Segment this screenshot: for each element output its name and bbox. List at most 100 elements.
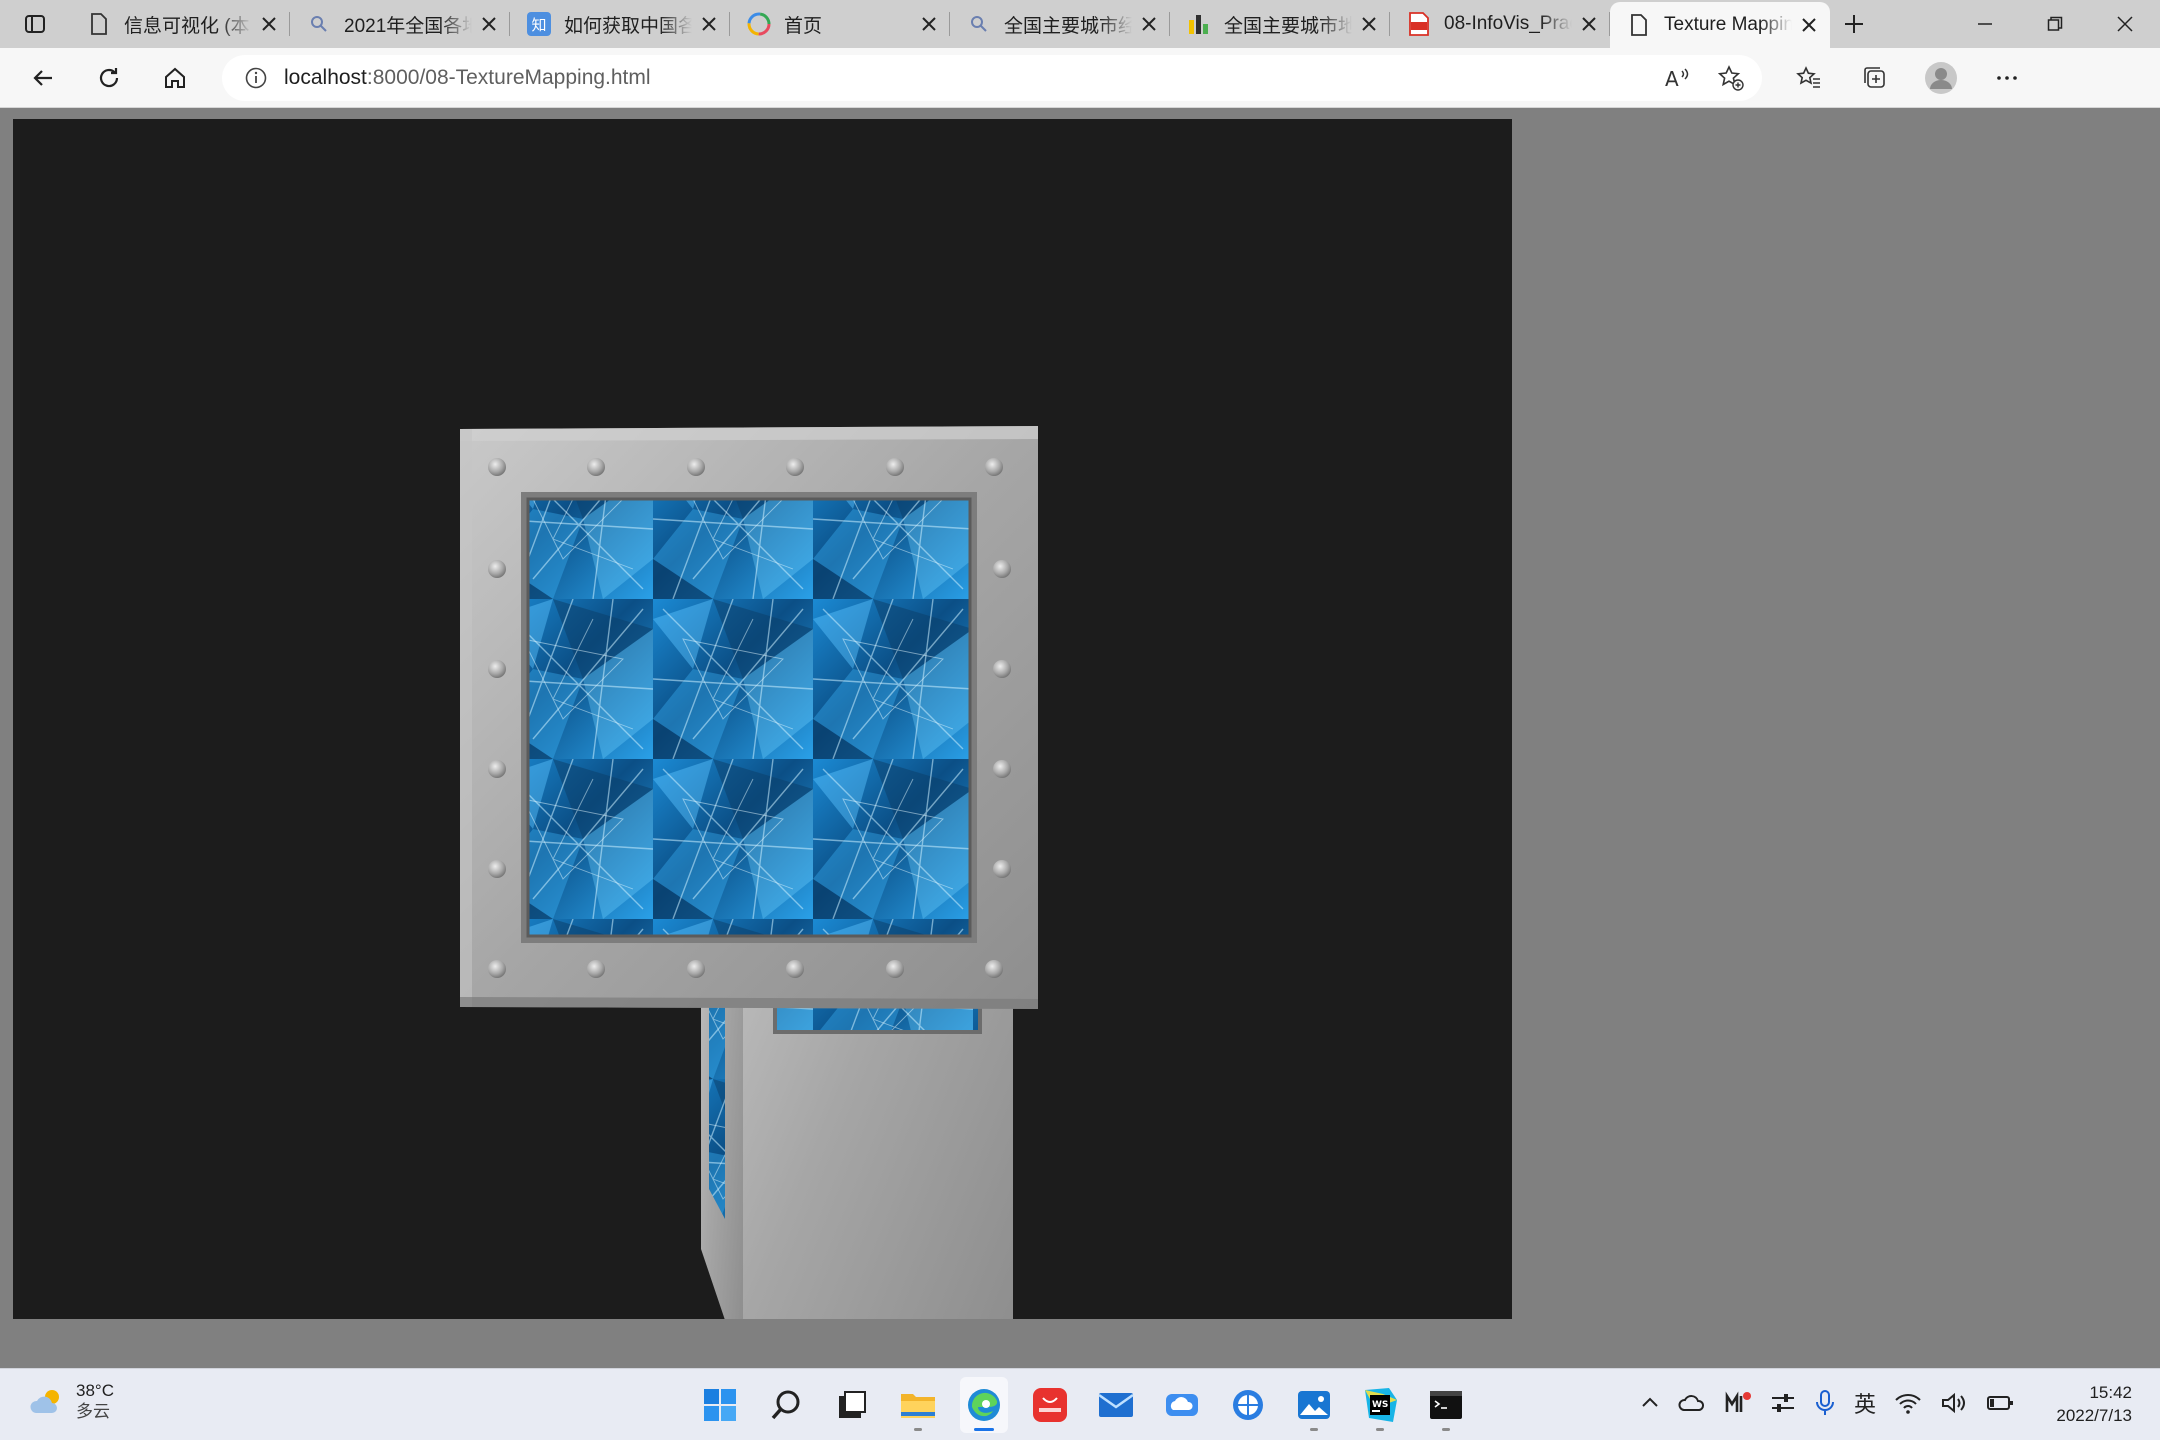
- tab-title: Texture Mapping: [1664, 14, 1792, 35]
- close-icon[interactable]: [918, 13, 940, 35]
- read-aloud-icon[interactable]: A: [1664, 65, 1690, 91]
- onedrive-icon: [1166, 1394, 1198, 1416]
- start-button[interactable]: [696, 1377, 744, 1433]
- clock[interactable]: 15:42 2022/7/13: [2056, 1381, 2132, 1427]
- input-switch-icon[interactable]: [1770, 1391, 1796, 1415]
- chevron-up-icon[interactable]: [1640, 1393, 1660, 1413]
- photos-button[interactable]: [1290, 1377, 1338, 1433]
- restore-button[interactable]: [2020, 0, 2090, 48]
- window-controls: [1950, 0, 2160, 48]
- webstorm-icon: WS: [1365, 1388, 1397, 1422]
- tab-7[interactable]: 08-InfoVis_Prac: [1390, 0, 1610, 48]
- minimize-icon: [1978, 23, 1992, 25]
- mail-icon: [1098, 1393, 1134, 1417]
- site-info-icon[interactable]: [244, 66, 268, 90]
- minimize-button[interactable]: [1950, 0, 2020, 48]
- new-tab-button[interactable]: [1830, 0, 1878, 48]
- back-arrow-icon: [33, 69, 52, 86]
- close-icon: [2117, 16, 2133, 32]
- ime-indicator[interactable]: 英: [1854, 1387, 1876, 1419]
- onedrive-tray-icon[interactable]: [1678, 1393, 1706, 1413]
- tab-5[interactable]: 全国主要城市经: [950, 0, 1170, 48]
- tab-3[interactable]: 知 如何获取中国各: [510, 0, 730, 48]
- profile-button[interactable]: [1908, 48, 1974, 108]
- microphone-icon[interactable]: [1814, 1389, 1836, 1417]
- edge-taskbar-button[interactable]: [960, 1377, 1008, 1433]
- refresh-button[interactable]: [76, 48, 142, 108]
- close-icon[interactable]: [1798, 14, 1820, 36]
- tab-title: 信息可视化 (本⁠: [124, 15, 250, 37]
- tab-8-active[interactable]: Texture Mapping: [1610, 2, 1830, 48]
- tab-title: 2021年全国各地: [344, 15, 472, 37]
- browser-icon: [1233, 1390, 1263, 1420]
- textured-cubes-scene: [460, 426, 1038, 1319]
- tab-6[interactable]: 全国主要城市地: [1170, 0, 1390, 48]
- tab-1[interactable]: 信息可视化 (本⁠: [70, 0, 290, 48]
- page-viewport: [0, 108, 2160, 1368]
- file-explorer-icon: [901, 1394, 935, 1418]
- tab-title: 首页: [784, 15, 823, 37]
- browser-button[interactable]: [1224, 1377, 1272, 1433]
- terminal-icon: [1430, 1391, 1462, 1419]
- taskbar-search-button[interactable]: [762, 1377, 810, 1433]
- wifi-icon[interactable]: [1894, 1391, 1922, 1415]
- edge-icon: [968, 1389, 1000, 1421]
- collections-button[interactable]: [1842, 48, 1908, 108]
- svg-text:知: 知: [531, 16, 546, 34]
- system-tray: 英: [1640, 1387, 2014, 1419]
- url-text[interactable]: localhost:8000/08-TextureMapping.html: [284, 66, 651, 90]
- tab-title: 全国主要城市经: [1004, 15, 1132, 37]
- onedrive-button[interactable]: [1158, 1377, 1206, 1433]
- favorites-button[interactable]: [1776, 48, 1842, 108]
- task-view-button[interactable]: [828, 1377, 876, 1433]
- add-favorite-icon[interactable]: [1718, 64, 1744, 91]
- pdf-icon: [1406, 11, 1432, 37]
- weather-temperature: 38°C: [76, 1381, 114, 1400]
- home-button[interactable]: [142, 48, 208, 108]
- front-crate-crystal-panel: [528, 499, 970, 936]
- terminal-button[interactable]: [1422, 1377, 1470, 1433]
- mail-button[interactable]: [1092, 1377, 1140, 1433]
- close-icon[interactable]: [258, 13, 280, 35]
- close-icon[interactable]: [1578, 13, 1600, 35]
- tab-2[interactable]: 2021年全国各地: [290, 0, 510, 48]
- tab-strip: 信息可视化 (本⁠ 2021年全国各地 知 如何获取中国各 首页 全国主要城市经…: [0, 0, 2160, 48]
- taskbar-apps: WS: [696, 1377, 1470, 1433]
- webgl-canvas[interactable]: [13, 119, 1512, 1319]
- weather-widget[interactable]: 38°C 多云: [30, 1381, 114, 1423]
- close-icon[interactable]: [478, 13, 500, 35]
- home-icon: [165, 67, 185, 88]
- more-menu-button[interactable]: [1974, 48, 2040, 108]
- huawei-appgallery-icon: [1033, 1388, 1067, 1422]
- favorites-icon: [1796, 65, 1820, 88]
- avatar: [1925, 61, 1957, 94]
- close-icon[interactable]: [1358, 13, 1380, 35]
- back-button[interactable]: [10, 48, 76, 108]
- colorful-logo-icon: [746, 11, 772, 37]
- battery-icon[interactable]: [1986, 1393, 2014, 1413]
- front-crate: [460, 426, 1038, 1009]
- appgallery-button[interactable]: [1026, 1377, 1074, 1433]
- webstorm-button[interactable]: WS: [1356, 1377, 1404, 1433]
- restore-icon: [2047, 16, 2063, 31]
- svg-text:A: A: [1665, 67, 1679, 91]
- tab-4[interactable]: 首页: [730, 0, 950, 48]
- close-icon[interactable]: [1138, 13, 1160, 35]
- close-icon[interactable]: [698, 13, 720, 35]
- tab-actions-button[interactable]: [0, 0, 70, 48]
- close-window-button[interactable]: [2090, 0, 2160, 48]
- file-explorer-button[interactable]: [894, 1377, 942, 1433]
- start-icon: [704, 1389, 736, 1421]
- partly-cloudy-icon: [30, 1390, 59, 1413]
- tab-title: 如何获取中国各: [564, 15, 692, 37]
- zhihu-icon: 知: [526, 11, 552, 37]
- url-host: localhost: [284, 65, 367, 89]
- tab-title: 全国主要城市地: [1224, 15, 1352, 37]
- clock-time: 15:42: [2089, 1383, 2132, 1402]
- task-view-icon: [839, 1391, 866, 1418]
- tab-title: 08-InfoVis_Prac: [1444, 13, 1572, 34]
- app-tray-icon[interactable]: [1724, 1391, 1752, 1415]
- volume-icon[interactable]: [1940, 1391, 1968, 1415]
- url-path: :8000/08-TextureMapping.html: [366, 65, 651, 89]
- address-bar[interactable]: localhost:8000/08-TextureMapping.html A: [222, 54, 1762, 101]
